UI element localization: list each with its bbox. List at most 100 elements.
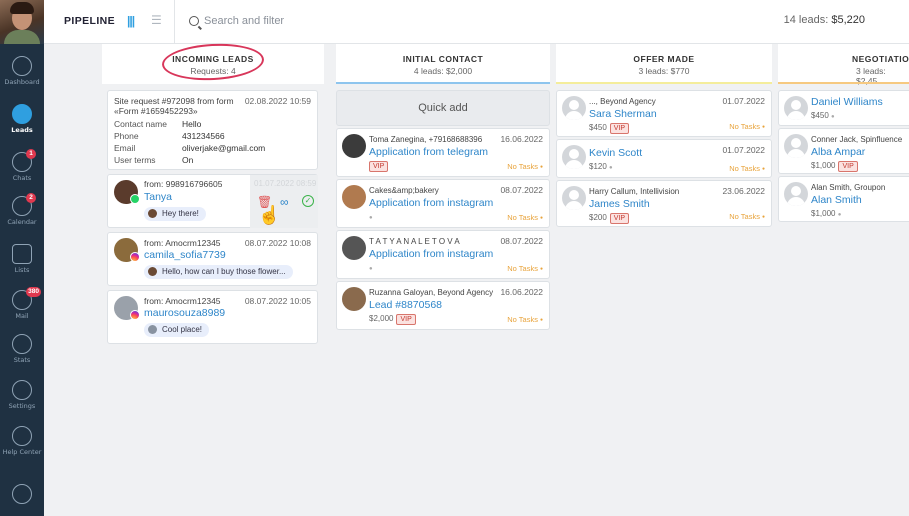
lead-card[interactable]: Conner Jack, Spinfluence Alba Ampar $1,0… <box>778 128 909 174</box>
sidebar-item-calendar[interactable]: 2 Calendar <box>0 193 44 226</box>
avatar-placeholder <box>784 134 808 158</box>
column-subtitle: 3 leads: $770 <box>638 66 690 76</box>
lead-date: 08.07.2022 <box>500 236 543 246</box>
lead-card[interactable]: Daniel Williams $450 ● <box>778 90 909 126</box>
no-tasks-label[interactable]: No Tasks <box>729 212 765 221</box>
accept-icon[interactable]: ✓ <box>302 195 314 207</box>
no-tasks-label[interactable]: No Tasks <box>507 162 543 171</box>
lead-card[interactable]: ..., Beyond Agency 01.07.2022 Sara Sherm… <box>556 90 772 137</box>
lead-card[interactable]: Toma Zanegina, +79168688396 16.06.2022 A… <box>336 128 550 177</box>
vip-tag: VIP <box>396 314 416 325</box>
lead-name[interactable]: Alan Smith <box>811 194 862 206</box>
request-title: Site request #972098 from form «Form #16… <box>114 96 234 116</box>
avatar <box>342 185 366 209</box>
lead-name[interactable]: Kevin Scott <box>589 147 642 159</box>
no-tasks-label[interactable]: No Tasks <box>507 315 543 324</box>
lead-name[interactable]: Application from instagram <box>369 197 493 209</box>
column-header-negotiation[interactable]: NEGOTIATIO 3 leads: $2,45 <box>778 44 909 86</box>
chat-contact-name[interactable]: Tanya <box>144 191 172 203</box>
column-header-offer-made[interactable]: OFFER MADE 3 leads: $770 <box>556 44 772 84</box>
lead-card[interactable]: Alan Smith, Groupon Alan Smith $1,000 ● <box>778 176 909 222</box>
sidebar-item-leads[interactable]: Leads <box>0 104 44 134</box>
sidebar-item-dashboard[interactable]: Dashboard <box>0 56 44 86</box>
column-title: OFFER MADE <box>633 54 695 64</box>
vip-tag: VIP <box>369 161 389 172</box>
field-label: Phone <box>114 131 139 141</box>
list-icon <box>12 244 32 264</box>
chat-from: from: Amocrm12345 <box>144 238 221 248</box>
lead-name[interactable]: Daniel Williams <box>811 96 883 108</box>
user-avatar[interactable] <box>0 0 44 44</box>
calendar-badge: 2 <box>26 193 36 203</box>
lead-price: ● <box>369 266 373 272</box>
lead-name[interactable]: James Smith <box>589 198 650 210</box>
lead-price: $2,000 VIP <box>369 314 416 325</box>
lead-name[interactable]: Application from instagram <box>369 248 493 260</box>
request-date: 02.08.2022 10:59 <box>244 96 311 106</box>
lead-price: $450 ● <box>811 111 835 120</box>
search-icon <box>189 16 199 26</box>
lead-name[interactable]: Sara Sherman <box>589 108 657 120</box>
kanban-view-icon[interactable]: ||| <box>127 14 135 28</box>
sidebar: Dashboard Leads 1 Chats 2 Calendar Lists… <box>0 0 44 516</box>
lead-date: 08.07.2022 <box>500 185 543 195</box>
lead-date: 23.06.2022 <box>722 186 765 196</box>
lead-card[interactable]: T A T Y A N A L E T O V A 08.07.2022 App… <box>336 230 550 279</box>
no-tasks-label[interactable]: No Tasks <box>507 213 543 222</box>
chat-lead-card[interactable]: from: Amocrm12345 08.07.2022 10:08 camil… <box>107 232 318 286</box>
instagram-icon <box>130 252 140 262</box>
site-request-card[interactable]: Site request #972098 from form «Form #16… <box>107 90 318 170</box>
speedometer-icon <box>12 56 32 76</box>
mini-avatar <box>148 325 157 334</box>
lead-price: $450 VIP <box>589 123 630 134</box>
lead-card[interactable]: Harry Callum, Intellivision 23.06.2022 J… <box>556 180 772 227</box>
lead-card[interactable]: Ruzanna Galoyan, Beyond Agency 16.06.202… <box>336 281 550 330</box>
chat-lead-card[interactable]: from: Amocrm12345 08.07.2022 10:05 mauro… <box>107 290 318 344</box>
chat-message-text: Hello, how can I buy those flower... <box>162 267 286 276</box>
chat-contact-name[interactable]: maurosouza8989 <box>144 307 225 319</box>
whatsapp-icon <box>130 194 140 204</box>
divider <box>174 0 175 44</box>
mini-avatar <box>148 209 157 218</box>
lead-name[interactable]: Application from telegram <box>369 146 488 158</box>
mail-icon: 380 <box>12 287 41 310</box>
chat-message: Cool place! <box>144 323 210 337</box>
lead-card[interactable]: Cakes&amp;bakery 08.07.2022 Application … <box>336 179 550 228</box>
sidebar-item-settings[interactable]: Settings <box>0 380 44 410</box>
quick-add-button[interactable]: Quick add <box>336 90 550 126</box>
sidebar-item-mail[interactable]: 380 Mail <box>0 287 44 320</box>
lead-contact: Toma Zanegina, +79168688396 <box>369 135 483 144</box>
column-initial-contact: Quick add Toma Zanegina, +79168688396 16… <box>336 84 550 516</box>
lead-card[interactable]: 01.07.2022 Kevin Scott $120 ● No Tasks <box>556 139 772 178</box>
chat-message: Hello, how can I buy those flower... <box>144 265 293 279</box>
lead-contact: Harry Callum, Intellivision <box>589 187 680 196</box>
chat-contact-name[interactable]: camila_sofia7739 <box>144 249 226 261</box>
link-icon[interactable]: ∞ <box>280 195 289 209</box>
sidebar-item-chats[interactable]: 1 Chats <box>0 149 44 182</box>
lead-name[interactable]: Lead #8870568 <box>369 299 442 311</box>
column-negotiation: Daniel Williams $450 ● Conner Jack, Spin… <box>778 84 909 516</box>
column-header-initial-contact[interactable]: INITIAL CONTACT 4 leads: $2,000 <box>336 44 550 84</box>
gear-icon <box>12 380 32 400</box>
bell-icon[interactable] <box>12 484 32 504</box>
chat-date: 08.07.2022 10:08 <box>244 238 311 248</box>
sidebar-item-lists[interactable]: Lists <box>0 244 44 274</box>
sidebar-item-help-center[interactable]: Help Center <box>0 426 44 456</box>
list-view-icon[interactable]: ☰ <box>151 13 162 27</box>
search-input[interactable] <box>204 13 404 29</box>
no-tasks-label[interactable]: No Tasks <box>507 264 543 273</box>
field-label: Email <box>114 143 136 153</box>
lead-contact: Alan Smith, Groupon <box>811 183 886 192</box>
no-tasks-label[interactable]: No Tasks <box>729 122 765 131</box>
chat-date: 01.07.2022 08:59 <box>254 179 317 188</box>
lead-name[interactable]: Alba Ampar <box>811 146 865 158</box>
chat-lead-card[interactable]: from: 998916796605 Tanya Hey there! 01.0… <box>107 174 318 228</box>
column-title: INITIAL CONTACT <box>402 54 484 64</box>
field-label: User terms <box>114 155 156 165</box>
chat-message: Hey there! <box>144 207 206 221</box>
sidebar-item-stats[interactable]: Stats <box>0 334 44 364</box>
lead-price: $120 ● <box>589 162 613 171</box>
avatar-placeholder <box>562 145 586 169</box>
lead-contact: ..., Beyond Agency <box>589 97 656 106</box>
no-tasks-label[interactable]: No Tasks <box>729 164 765 173</box>
